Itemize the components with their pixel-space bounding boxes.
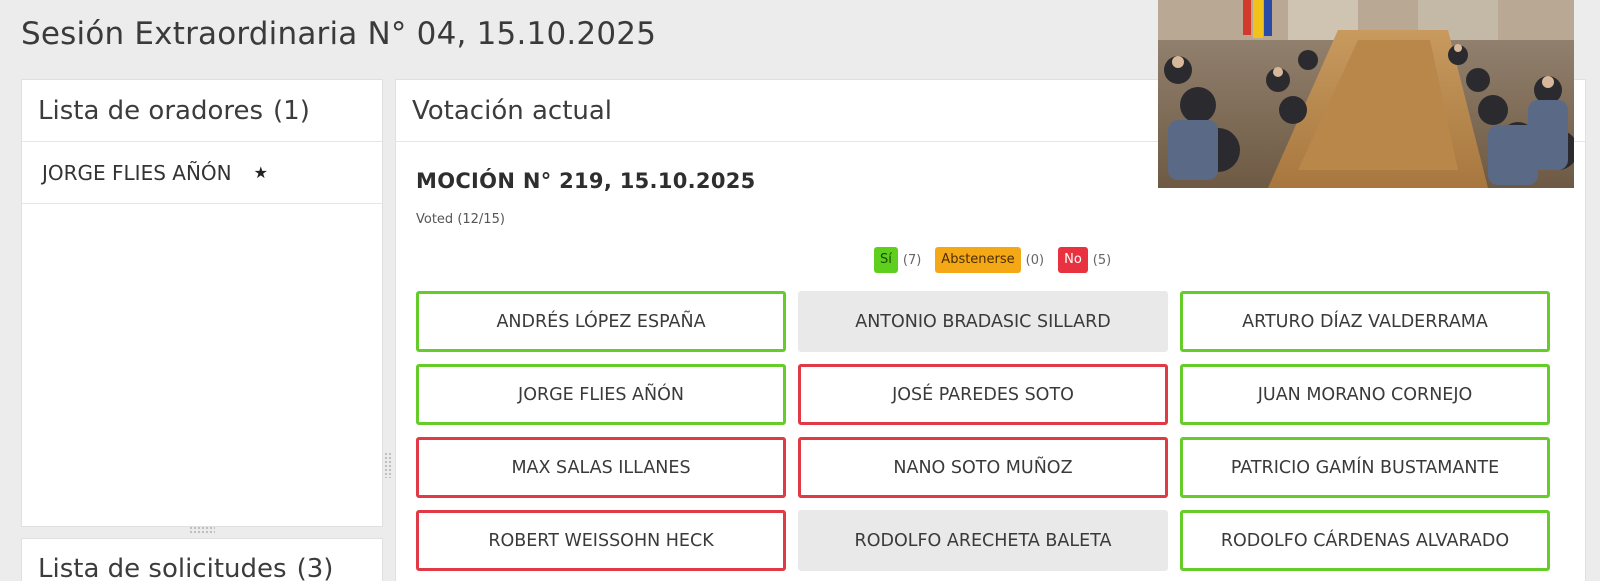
vote-panel-title: Votación actual — [412, 95, 613, 126]
member-card[interactable]: PATRICIO GAMÍN BUSTAMANTE — [1180, 437, 1550, 498]
member-name: JUAN MORANO CORNEJO — [1257, 384, 1473, 405]
star-icon: ★ — [253, 163, 268, 182]
member-card[interactable]: RODOLFO CÁRDENAS ALVARADO — [1180, 510, 1550, 571]
member-card[interactable]: NANO SOTO MUÑOZ — [798, 437, 1168, 498]
yes-badge: Sí — [874, 247, 898, 273]
abstain-count: (0) — [1025, 252, 1045, 268]
no-badge: No — [1058, 247, 1088, 273]
member-card[interactable]: RODOLFO ARECHETA BALETA — [798, 510, 1168, 571]
session-title: Sesión Extraordinaria N° 04, 15.10.2025 — [21, 16, 657, 52]
speaker-item[interactable]: JORGE FLIES AÑÓN ★ — [22, 142, 382, 204]
member-card[interactable]: JOSÉ PAREDES SOTO — [798, 364, 1168, 425]
member-card[interactable]: ANTONIO BRADASIC SILLARD — [798, 291, 1168, 352]
speakers-panel: Lista de oradores (1) JORGE FLIES AÑÓN ★ — [21, 79, 383, 527]
member-card[interactable]: ROBERT WEISSOHN HECK — [416, 510, 786, 571]
live-video-feed[interactable] — [1158, 0, 1574, 188]
speakers-panel-header: Lista de oradores (1) — [22, 80, 382, 142]
vote-tally: Sí (7) Abstenerse (0) No (5) — [874, 247, 1125, 273]
speakers-count: (1) — [273, 95, 310, 126]
speakers-title: Lista de oradores — [38, 95, 264, 126]
no-count: (5) — [1092, 252, 1112, 268]
member-name: ROBERT WEISSOHN HECK — [488, 530, 714, 551]
yes-count: (7) — [902, 252, 922, 268]
member-vote-grid: ANDRÉS LÓPEZ ESPAÑA ANTONIO BRADASIC SIL… — [416, 291, 1550, 571]
member-name: RODOLFO ARECHETA BALETA — [854, 530, 1112, 551]
member-name: ANTONIO BRADASIC SILLARD — [855, 311, 1111, 332]
member-card[interactable]: JUAN MORANO CORNEJO — [1180, 364, 1550, 425]
member-name: NANO SOTO MUÑOZ — [893, 457, 1073, 478]
member-name: JORGE FLIES AÑÓN — [518, 384, 684, 405]
resize-handle-vertical[interactable] — [384, 452, 392, 478]
member-card[interactable]: ANDRÉS LÓPEZ ESPAÑA — [416, 291, 786, 352]
resize-handle-horizontal[interactable] — [189, 526, 215, 534]
member-name: ARTURO DÍAZ VALDERRAMA — [1242, 311, 1488, 332]
video-frame-image — [1158, 0, 1574, 188]
member-name: MAX SALAS ILLANES — [511, 457, 691, 478]
member-card[interactable]: JORGE FLIES AÑÓN — [416, 364, 786, 425]
member-name: ANDRÉS LÓPEZ ESPAÑA — [496, 311, 706, 332]
member-card[interactable]: ARTURO DÍAZ VALDERRAMA — [1180, 291, 1550, 352]
speaker-name: JORGE FLIES AÑÓN — [42, 160, 232, 185]
member-name: JOSÉ PAREDES SOTO — [892, 384, 1074, 405]
member-name: RODOLFO CÁRDENAS ALVARADO — [1220, 530, 1510, 551]
motion-title: MOCIÓN N° 219, 15.10.2025 — [416, 169, 756, 193]
voted-count: Voted (12/15) — [416, 212, 505, 227]
requests-count: (3) — [296, 554, 334, 581]
requests-panel: Lista de solicitudes (3) — [21, 538, 383, 581]
requests-panel-header: Lista de solicitudes (3) — [22, 539, 382, 581]
member-card[interactable]: MAX SALAS ILLANES — [416, 437, 786, 498]
abstain-badge: Abstenerse — [935, 247, 1021, 273]
requests-title: Lista de solicitudes — [38, 554, 287, 581]
member-name: PATRICIO GAMÍN BUSTAMANTE — [1230, 457, 1500, 478]
